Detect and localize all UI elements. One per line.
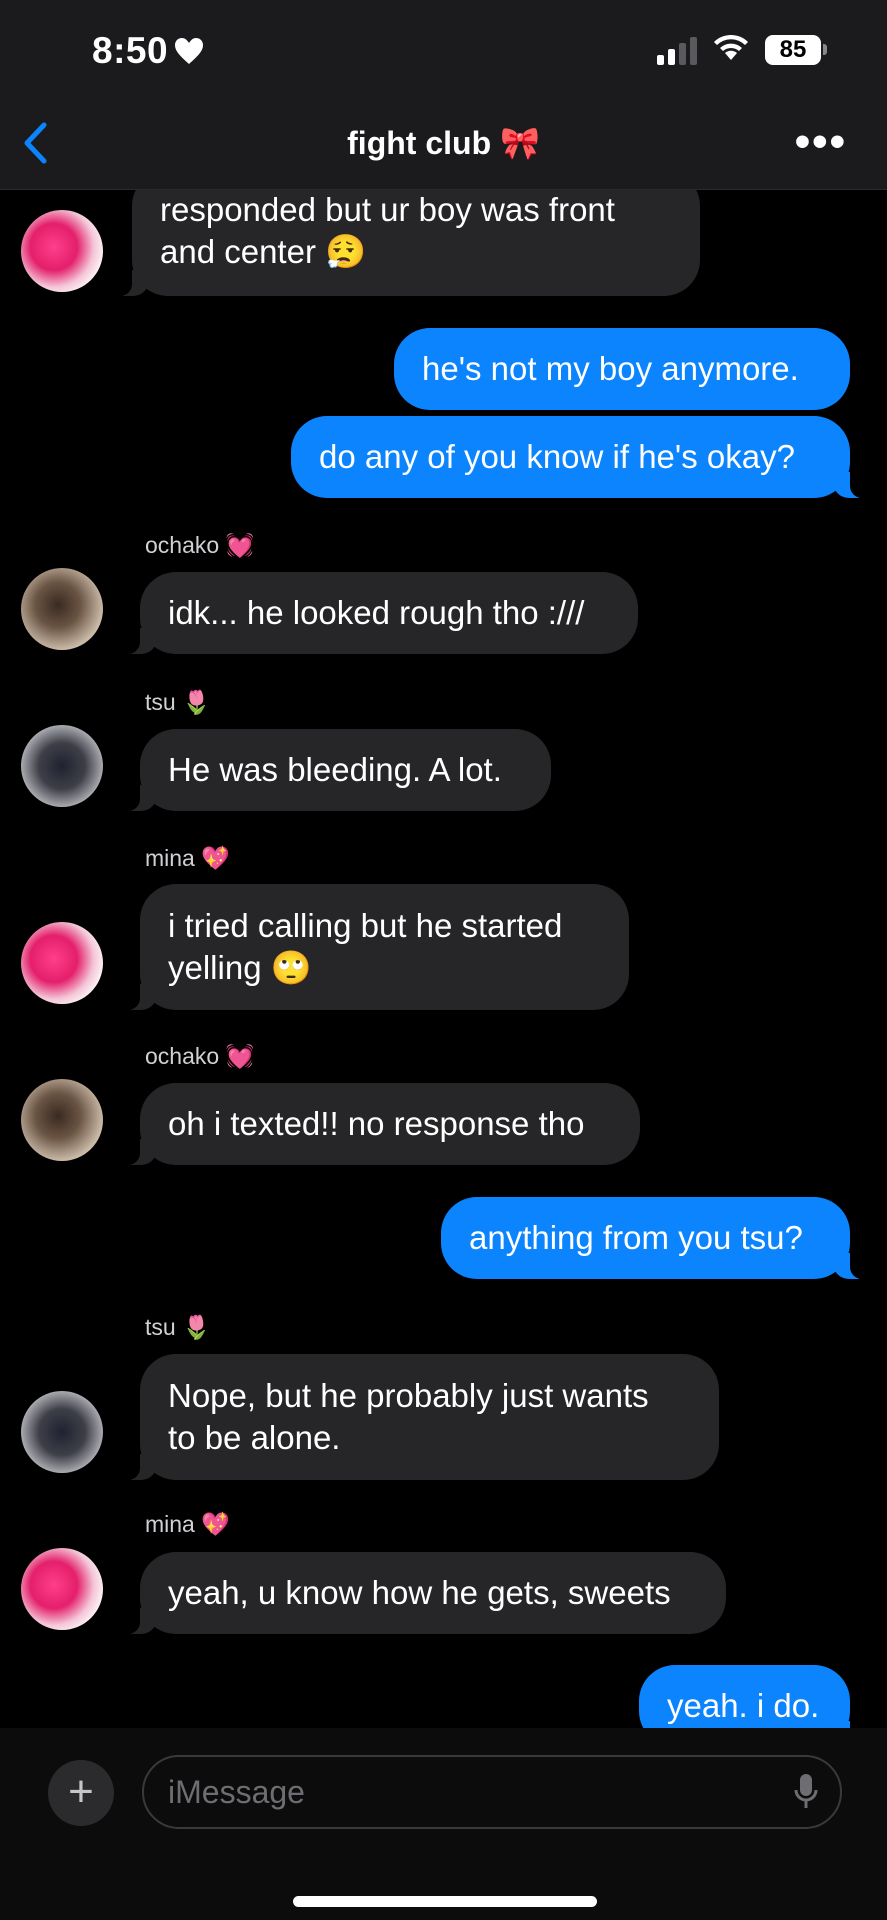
mic-icon[interactable] [793, 1772, 819, 1817]
message-text: he's not my boy anymore. [422, 350, 799, 387]
message-bubble-incoming[interactable]: Nope, but he probably just wants to be a… [122, 1354, 719, 1480]
message-bubble-outgoing[interactable]: he's not my boy anymore. [394, 328, 850, 410]
time-text: 8:50 [92, 30, 169, 71]
battery-level: 85 [765, 34, 821, 65]
message-text: yeah. i do. [667, 1687, 820, 1724]
message-text: Nope, but he probably just wants [168, 1377, 649, 1414]
conversation-title[interactable]: fight club 🎀 [0, 124, 887, 162]
avatar-ochako[interactable] [21, 568, 103, 650]
message-text: yelling 🙄 [168, 949, 312, 986]
message-bubble-incoming[interactable]: i tried calling but he started yelling 🙄 [122, 884, 629, 1010]
plus-icon[interactable]: + [48, 1760, 114, 1826]
message-bubble-incoming[interactable]: idk... he looked rough tho :/// [122, 572, 638, 654]
heart-icon [174, 37, 204, 65]
status-time: 8:50 [92, 30, 204, 72]
avatar-mina[interactable] [21, 1548, 103, 1630]
sender-name: tsu 🌷 [145, 689, 211, 715]
message-input[interactable] [142, 1755, 842, 1829]
avatar-mina[interactable] [21, 922, 103, 1004]
message-bubble-incoming[interactable]: He was bleeding. A lot. [122, 729, 551, 811]
home-indicator[interactable] [293, 1896, 597, 1907]
message-text: do any of you know if he's okay? [319, 438, 795, 475]
message-text: idk... he looked rough tho :/// [168, 594, 585, 631]
battery-icon: 85 [765, 34, 827, 65]
wifi-icon [711, 32, 751, 67]
message-bubble-incoming[interactable]: yeah, u know how he gets, sweets [122, 1552, 726, 1634]
sender-name: mina 💖 [145, 845, 230, 871]
message-bubble-outgoing[interactable]: anything from you tsu? [441, 1197, 868, 1279]
messages-screen: 8:50 85 fight club 🎀 ••• responded but u… [0, 0, 887, 1920]
message-text: He was bleeding. A lot. [168, 751, 502, 788]
sender-name: mina 💖 [145, 1511, 230, 1537]
message-text: anything from you tsu? [469, 1219, 803, 1256]
avatar-ochako[interactable] [21, 1079, 103, 1161]
message-text: i tried calling but he started [168, 907, 563, 944]
message-composer: + [0, 1728, 887, 1920]
sender-name: ochako 💓 [145, 532, 255, 558]
signal-icon [657, 35, 697, 65]
message-text: and center 😮‍💨 [160, 233, 367, 270]
message-text: to be alone. [168, 1419, 341, 1456]
message-bubble-outgoing[interactable]: do any of you know if he's okay? [291, 416, 868, 498]
sender-name: ochako 💓 [145, 1043, 255, 1069]
more-icon[interactable]: ••• [795, 120, 847, 164]
message-text: responded but ur boy was front [160, 191, 615, 228]
message-text: yeah, u know how he gets, sweets [168, 1574, 671, 1611]
sender-name: tsu 🌷 [145, 1314, 211, 1340]
header: 8:50 85 fight club 🎀 ••• [0, 0, 887, 190]
avatar-tsu[interactable] [21, 725, 103, 807]
message-bubble-incoming[interactable]: oh i texted!! no response tho [122, 1083, 640, 1165]
message-text: oh i texted!! no response tho [168, 1105, 585, 1142]
avatar-tsu[interactable] [21, 1391, 103, 1473]
avatar-mina[interactable] [21, 210, 103, 292]
status-indicators: 85 [657, 32, 827, 67]
